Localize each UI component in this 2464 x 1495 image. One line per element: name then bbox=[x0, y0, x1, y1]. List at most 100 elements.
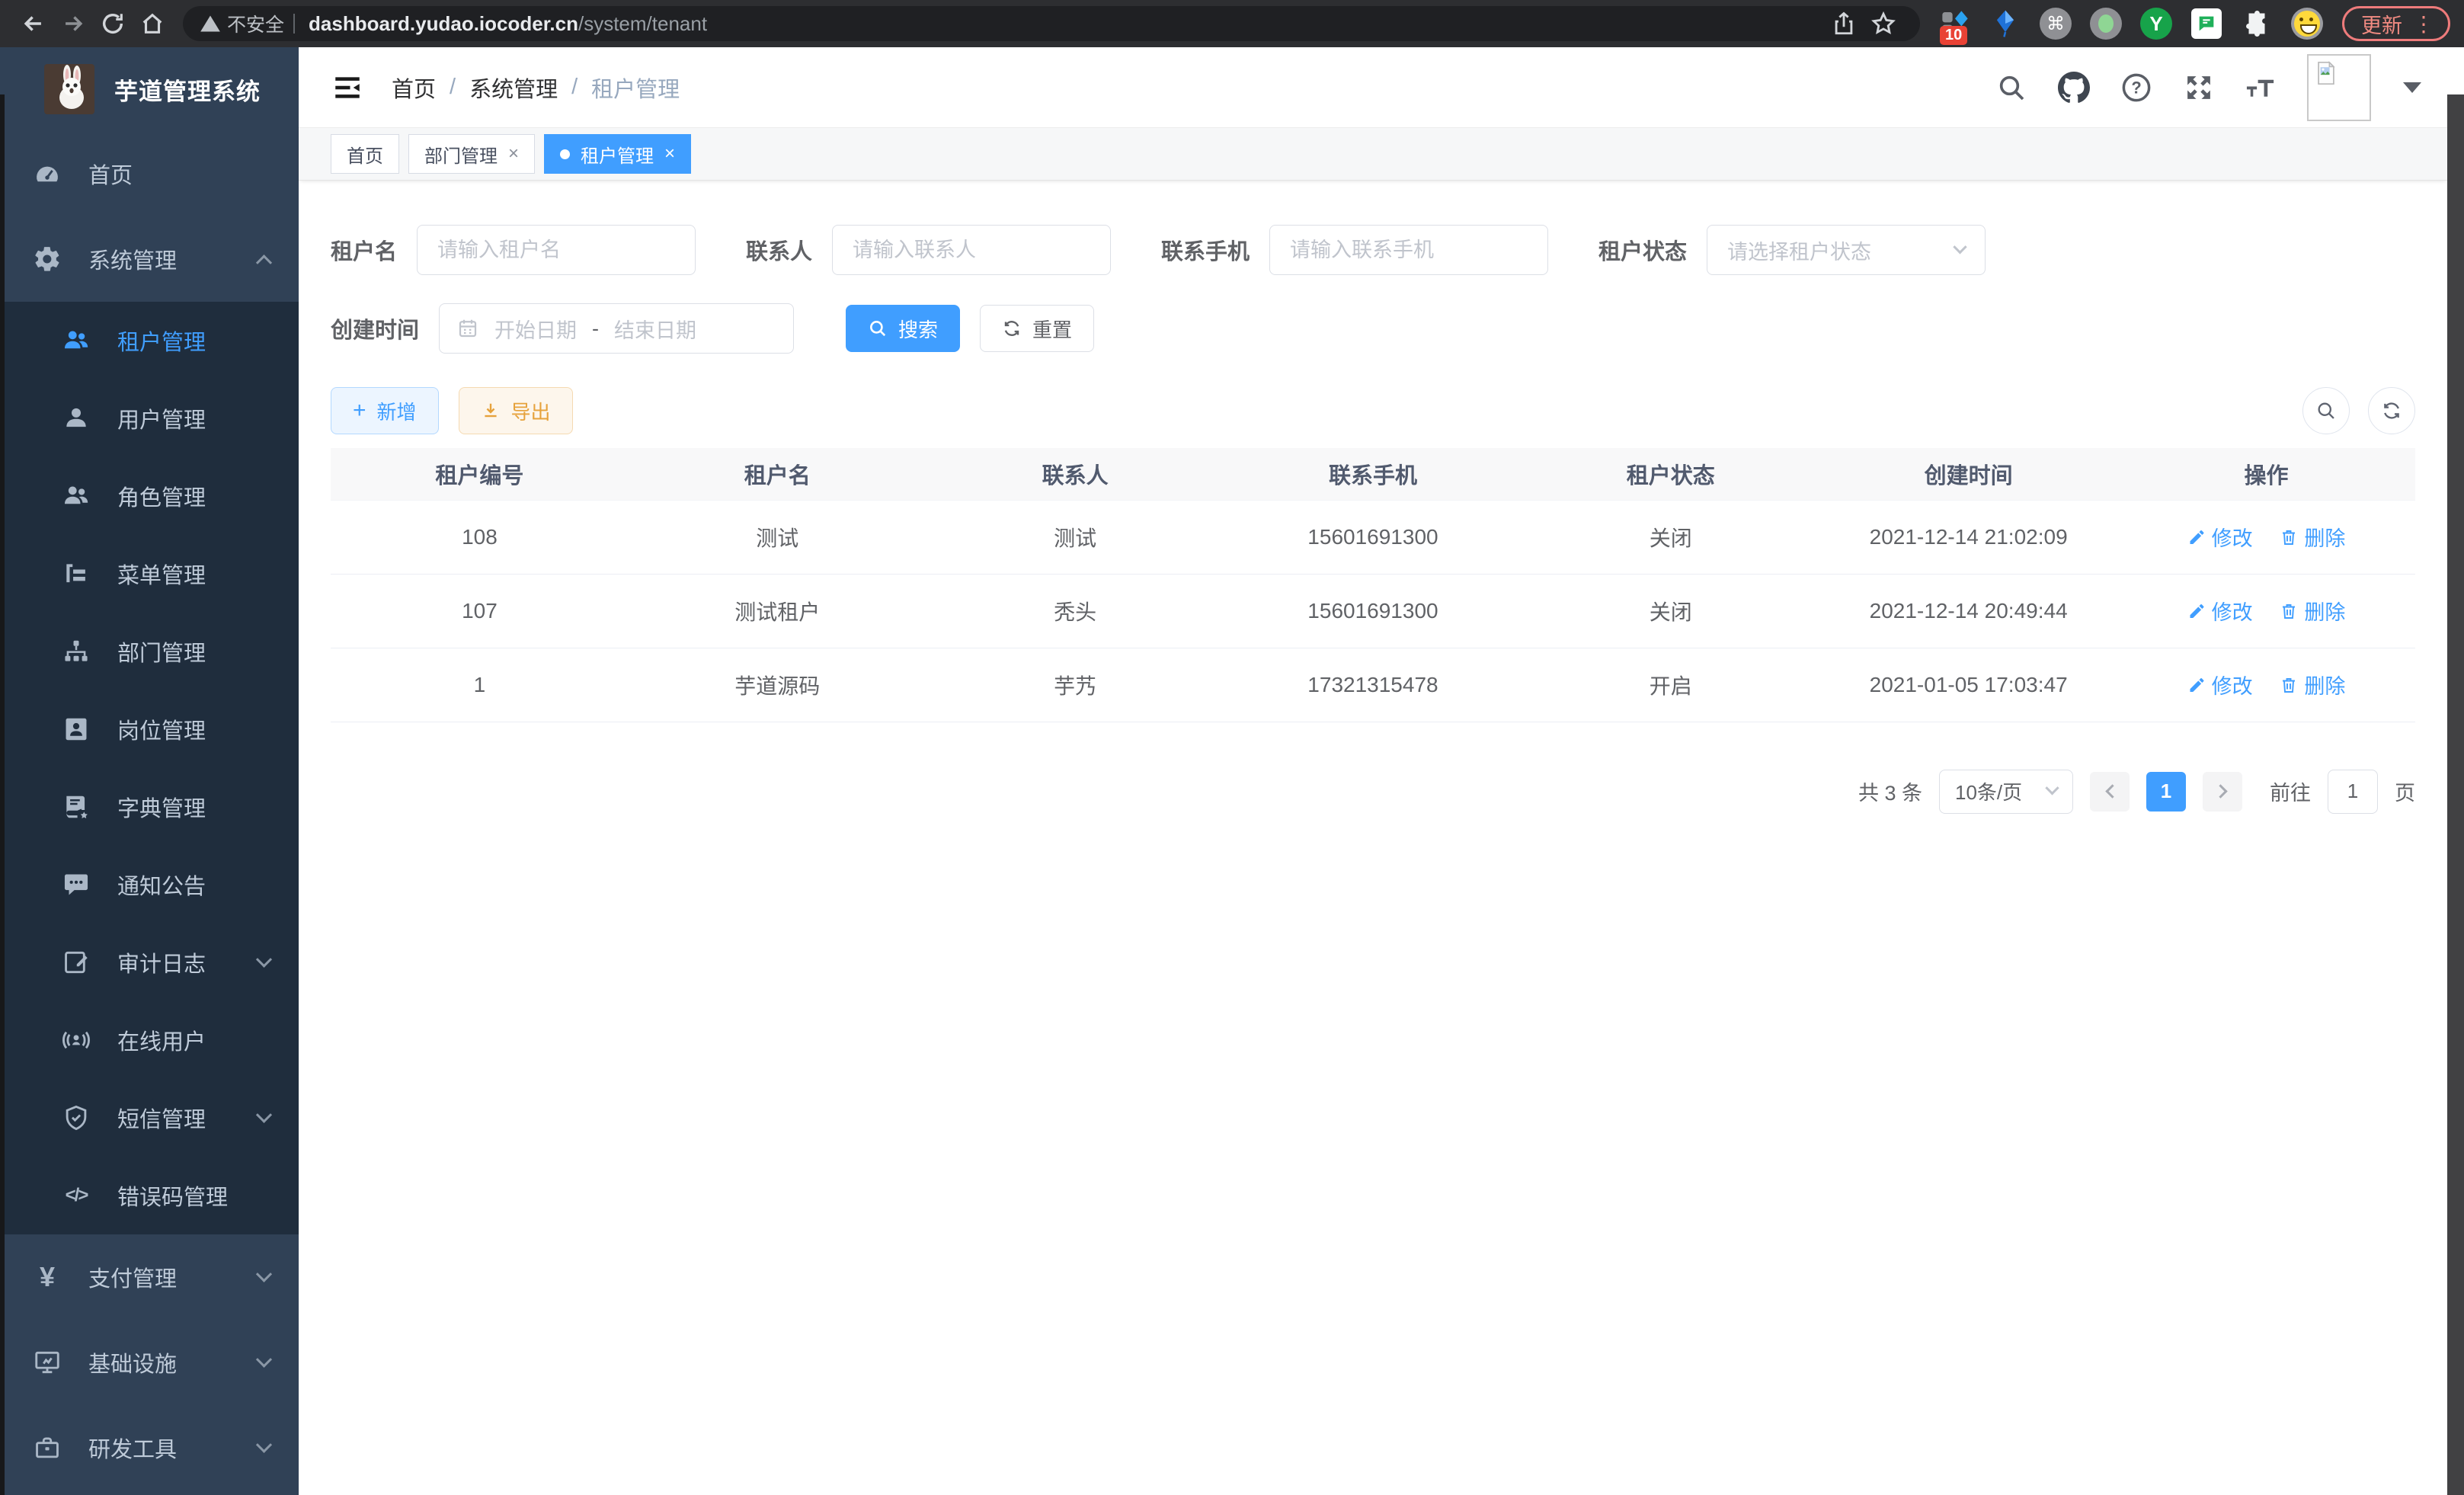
extension-chat-button[interactable] bbox=[2190, 7, 2223, 40]
cell-contact: 秃头 bbox=[926, 574, 1224, 648]
sidebar-item-label: 通知公告 bbox=[117, 869, 206, 901]
page-size-select[interactable]: 10条/页 bbox=[1939, 770, 2073, 814]
cell-actions: 修改 删除 bbox=[2117, 574, 2415, 648]
screen-edge-right bbox=[2447, 94, 2464, 1495]
sidebar-item-post[interactable]: 岗位管理 bbox=[0, 690, 299, 768]
refresh-table-button[interactable] bbox=[2368, 387, 2415, 434]
sidebar-item-audit-log[interactable]: 审计日志 bbox=[0, 924, 299, 1001]
col-actions: 操作 bbox=[2117, 448, 2415, 500]
page-content: 租户名 联系人 联系手机 租户状态 请选择租户状态 bbox=[299, 181, 2447, 1495]
current-page[interactable]: 1 bbox=[2146, 772, 2186, 812]
cell-status: 开启 bbox=[1522, 648, 1819, 722]
font-size-button[interactable] bbox=[2245, 71, 2278, 104]
tag-tenant[interactable]: 租户管理 × bbox=[544, 134, 691, 174]
back-arrow-icon bbox=[21, 11, 46, 37]
prev-page-button[interactable] bbox=[2090, 772, 2130, 812]
search-button[interactable]: 搜索 bbox=[846, 305, 960, 352]
tag-dept[interactable]: 部门管理 × bbox=[408, 134, 535, 174]
sidebar-item-pay[interactable]: ¥ 支付管理 bbox=[0, 1234, 299, 1320]
edit-link[interactable]: 修改 bbox=[2187, 670, 2253, 699]
hide-search-button[interactable] bbox=[2302, 387, 2350, 434]
org-chart-icon bbox=[61, 636, 91, 667]
contact-input[interactable] bbox=[832, 225, 1111, 275]
filter-status: 租户状态 请选择租户状态 bbox=[1598, 225, 1986, 275]
cell-contact: 测试 bbox=[926, 500, 1224, 574]
sidebar-item-sms[interactable]: 短信管理 bbox=[0, 1079, 299, 1157]
search-icon bbox=[868, 319, 888, 338]
page-unit-label: 页 bbox=[2395, 776, 2415, 806]
sidebar-item-user[interactable]: 用户管理 bbox=[0, 379, 299, 457]
extension-grid-button[interactable]: 10 bbox=[1938, 7, 1972, 40]
tenant-name-input[interactable] bbox=[417, 225, 696, 275]
extension-emoji-button[interactable] bbox=[2290, 7, 2324, 40]
close-icon[interactable]: × bbox=[664, 143, 675, 165]
browser-menu-icon[interactable]: ⋮ bbox=[2413, 11, 2434, 37]
delete-link[interactable]: 删除 bbox=[2280, 670, 2345, 699]
goto-page-input[interactable] bbox=[2328, 770, 2378, 814]
export-button[interactable]: 导出 bbox=[459, 387, 573, 434]
sidebar-item-role[interactable]: 角色管理 bbox=[0, 457, 299, 535]
fullscreen-button[interactable] bbox=[2182, 71, 2216, 104]
delete-link[interactable]: 删除 bbox=[2280, 596, 2345, 626]
sidebar-item-notice[interactable]: 通知公告 bbox=[0, 846, 299, 924]
browser-reload-button[interactable] bbox=[93, 4, 133, 43]
sidebar-item-online-user[interactable]: 在线用户 bbox=[0, 1001, 299, 1079]
edit-link[interactable]: 修改 bbox=[2187, 596, 2253, 626]
sidebar-item-dev-tools[interactable]: 研发工具 bbox=[0, 1405, 299, 1490]
browser-home-button[interactable] bbox=[133, 4, 172, 43]
sidebar-item-dept[interactable]: 部门管理 bbox=[0, 613, 299, 690]
y-letter-icon: Y bbox=[2140, 8, 2172, 40]
sidebar-item-tenant[interactable]: 租户管理 bbox=[0, 302, 299, 379]
browser-back-button[interactable] bbox=[14, 4, 53, 43]
avatar[interactable] bbox=[2307, 54, 2371, 121]
help-button[interactable]: ? bbox=[2120, 71, 2153, 104]
next-page-button[interactable] bbox=[2203, 772, 2242, 812]
extension-record-button[interactable] bbox=[2089, 7, 2123, 40]
breadcrumb-system[interactable]: 系统管理 bbox=[469, 72, 558, 104]
reset-button[interactable]: 重置 bbox=[980, 305, 1094, 352]
browser-forward-button[interactable] bbox=[53, 4, 93, 43]
share-button[interactable] bbox=[1824, 4, 1864, 43]
col-phone: 联系手机 bbox=[1224, 448, 1522, 500]
date-range-picker[interactable]: 开始日期 - 结束日期 bbox=[439, 303, 794, 354]
address-bar[interactable]: 不安全 dashboard.yudao.iocoder.cn/system/te… bbox=[183, 6, 1920, 41]
edit-link[interactable]: 修改 bbox=[2187, 522, 2253, 552]
export-button-label: 导出 bbox=[511, 397, 551, 425]
close-icon[interactable]: × bbox=[508, 143, 519, 165]
sidebar-item-system[interactable]: 系统管理 bbox=[0, 216, 299, 302]
app-logo[interactable]: 芋道管理系统 bbox=[0, 47, 299, 131]
filter-row-1: 租户名 联系人 联系手机 租户状态 请选择租户状态 bbox=[331, 225, 2415, 275]
sidebar-item-dict[interactable]: 字典管理 bbox=[0, 768, 299, 846]
sidebar-item-menu[interactable]: 菜单管理 bbox=[0, 535, 299, 613]
phone-input[interactable] bbox=[1269, 225, 1548, 275]
avatar-dropdown-caret[interactable] bbox=[2403, 82, 2421, 93]
emoji-icon bbox=[2291, 8, 2323, 40]
sidebar-item-home[interactable]: 首页 bbox=[0, 131, 299, 216]
sidebar-item-error-code[interactable]: </> 错误码管理 bbox=[0, 1157, 299, 1234]
tag-home[interactable]: 首页 bbox=[331, 134, 399, 174]
date-start-placeholder: 开始日期 bbox=[494, 314, 577, 344]
trash-icon bbox=[2280, 528, 2298, 546]
filter-label: 联系人 bbox=[746, 234, 812, 266]
filter-created: 创建时间 开始日期 - 结束日期 bbox=[331, 303, 794, 354]
filter-label: 创建时间 bbox=[331, 312, 419, 344]
add-button[interactable]: + 新增 bbox=[331, 387, 439, 434]
pagination-total: 共 3 条 bbox=[1858, 776, 1922, 806]
sidebar-item-infra[interactable]: 基础设施 bbox=[0, 1320, 299, 1405]
github-button[interactable] bbox=[2057, 71, 2091, 104]
sidebar-collapse-button[interactable] bbox=[329, 69, 366, 106]
breadcrumb-current: 租户管理 bbox=[591, 72, 680, 104]
breadcrumb-separator: / bbox=[571, 75, 578, 100]
extension-y-button[interactable]: Y bbox=[2139, 7, 2173, 40]
status-select[interactable]: 请选择租户状态 bbox=[1707, 225, 1986, 275]
header-search-button[interactable] bbox=[1995, 71, 2028, 104]
bookmark-button[interactable] bbox=[1864, 4, 1903, 43]
table-header-row: 租户编号 租户名 联系人 联系手机 租户状态 创建时间 操作 bbox=[331, 448, 2415, 500]
extensions-puzzle-button[interactable] bbox=[2240, 7, 2274, 40]
delete-link[interactable]: 删除 bbox=[2280, 522, 2345, 552]
extension-command-button[interactable]: ⌘ bbox=[2039, 7, 2072, 40]
breadcrumb-home[interactable]: 首页 bbox=[392, 72, 436, 104]
extension-kite-button[interactable] bbox=[1989, 7, 2022, 40]
url-divider bbox=[293, 14, 295, 34]
browser-update-button[interactable]: 更新 ⋮ bbox=[2342, 6, 2450, 41]
